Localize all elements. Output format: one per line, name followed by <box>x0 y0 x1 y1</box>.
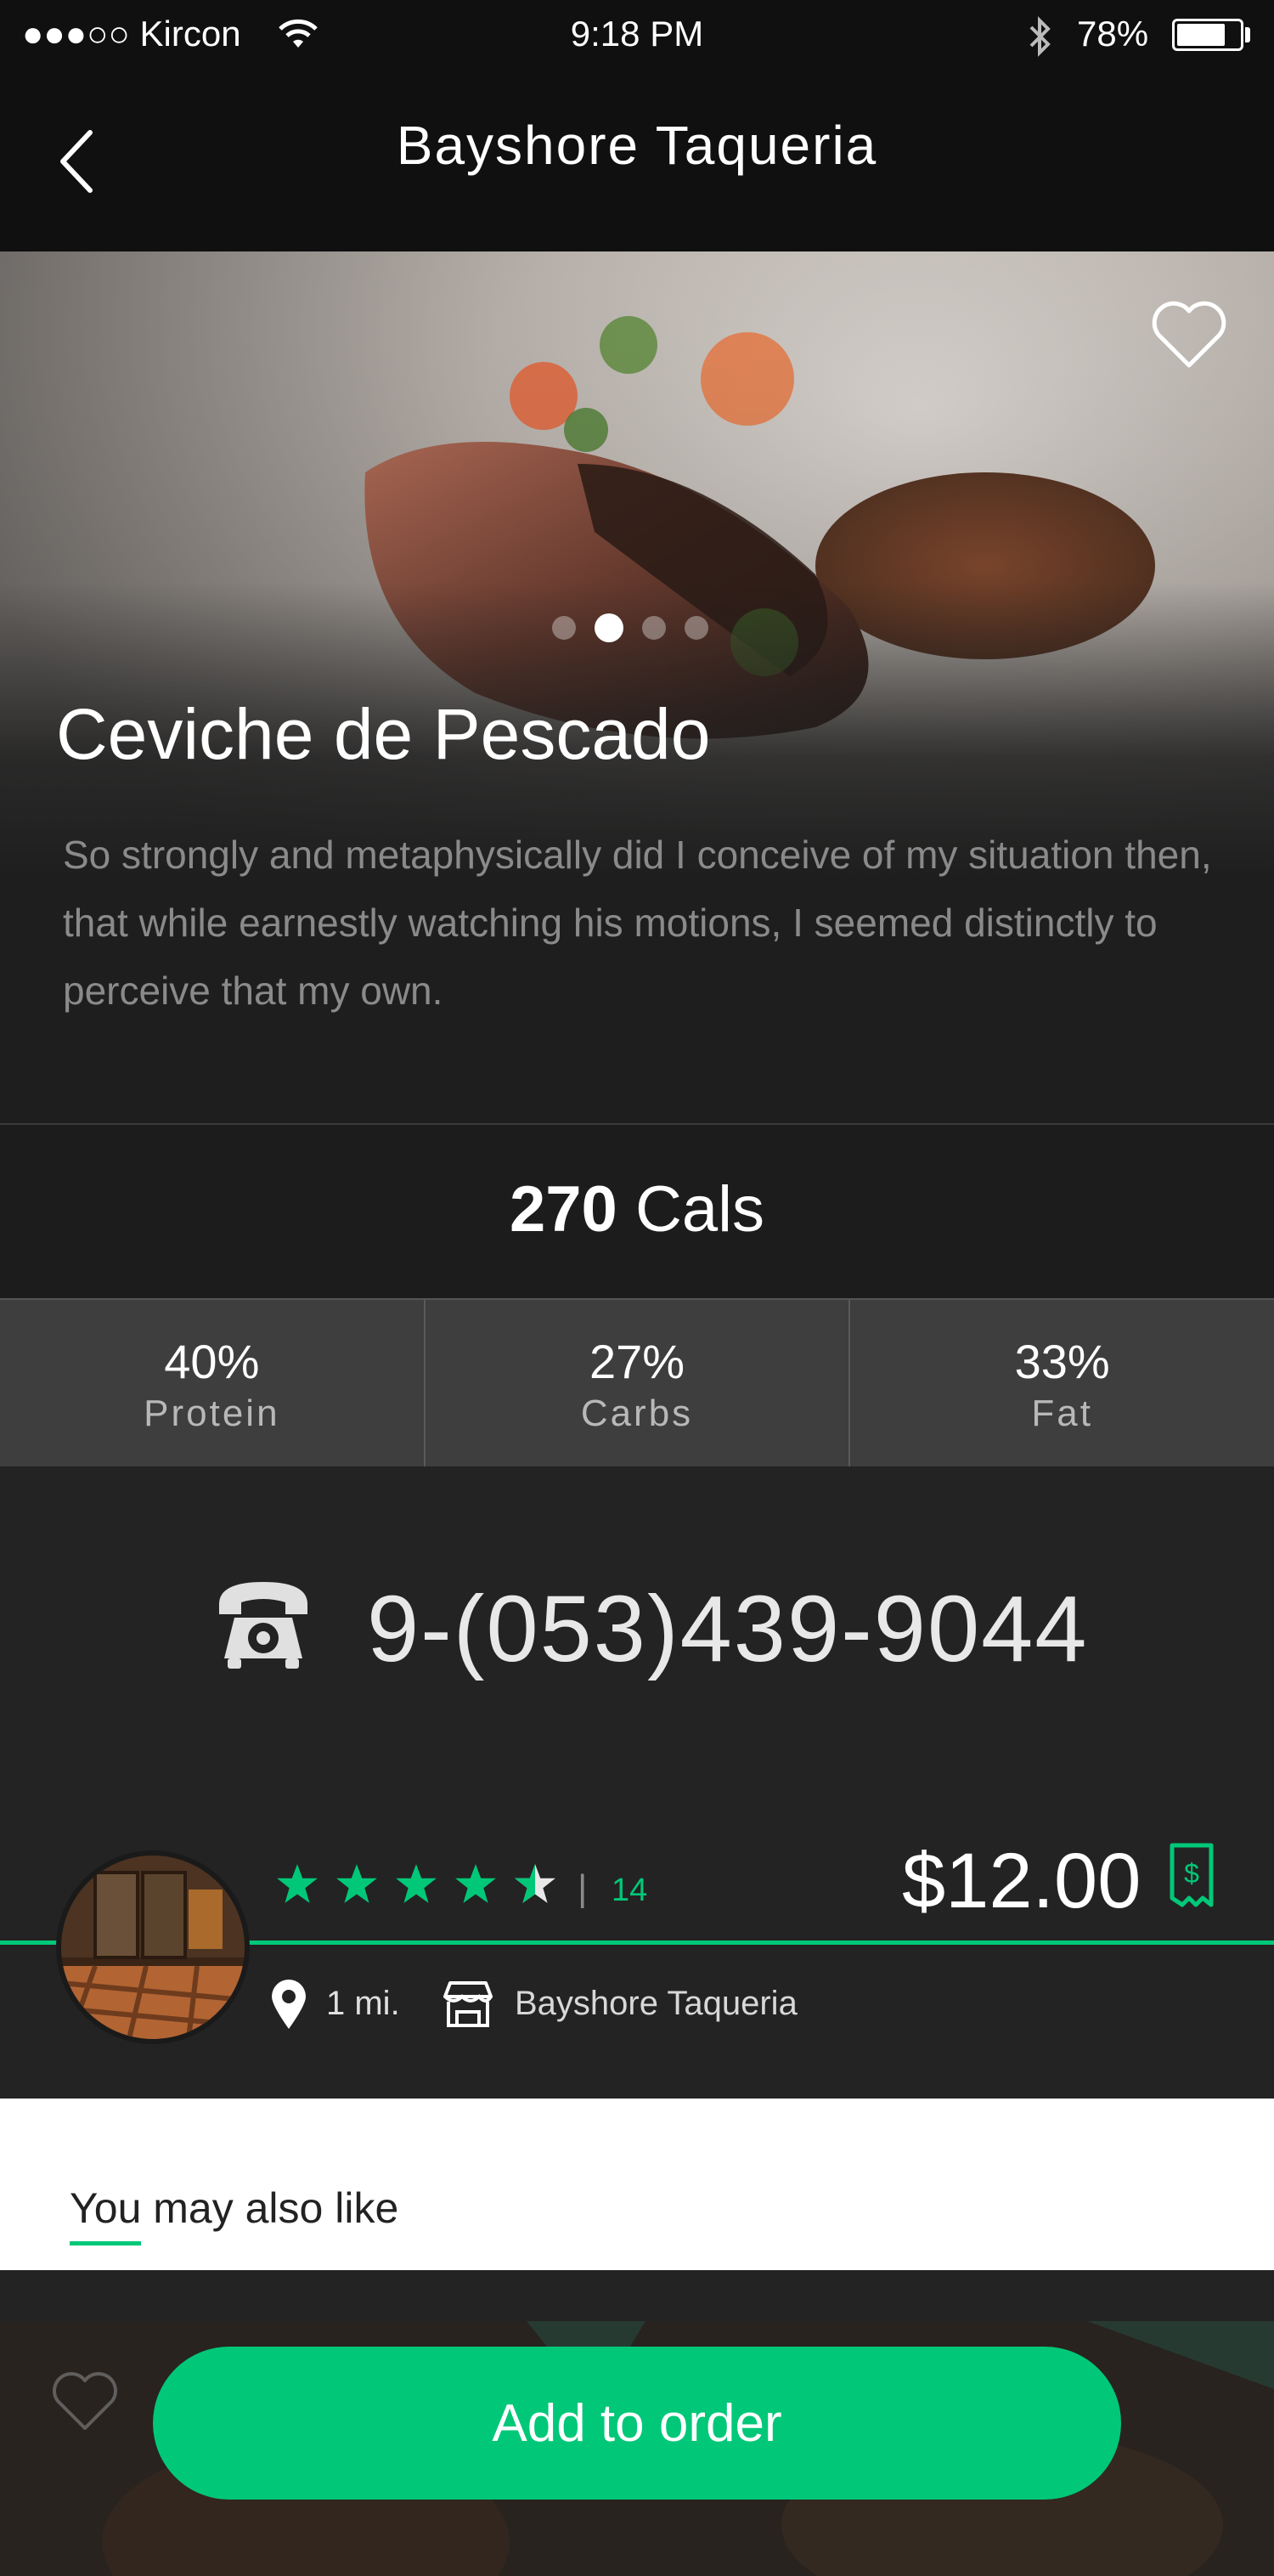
macro-label: Carbs <box>580 1393 694 1434</box>
restaurant-avatar[interactable] <box>56 1850 250 2044</box>
favorite-heart-icon[interactable] <box>1148 297 1230 372</box>
section-title: You may also like <box>70 2184 399 2232</box>
phone-section[interactable]: 9-(053)439-9044 <box>0 1466 1274 1779</box>
dish-hero: Ceviche de Pescado So strongly and metap… <box>0 251 1274 1123</box>
macro-percent: 40% <box>164 1335 260 1388</box>
carousel-dot[interactable] <box>642 616 666 640</box>
price: $12.00 <box>902 1838 1142 1924</box>
star-full-icon <box>336 1864 377 1903</box>
macro-protein: 40% Protein <box>0 1300 426 1468</box>
carousel-dot[interactable] <box>685 616 708 640</box>
distance-label: 1 mi. <box>326 1985 400 2022</box>
carousel-dot-active[interactable] <box>595 613 623 642</box>
telephone-icon[interactable] <box>211 1570 316 1675</box>
restaurant-photo <box>61 1856 245 2039</box>
status-bar: ●●●○○ Kircon 9:18 PM 78% <box>0 0 1274 73</box>
star-full-icon <box>396 1864 437 1903</box>
battery-tip <box>1245 27 1250 42</box>
phone-number[interactable]: 9-(053)439-9044 <box>367 1575 1088 1683</box>
rating-stars <box>275 1862 557 1905</box>
calories-section: 270 Cals <box>0 1123 1274 1300</box>
battery-percent: 78% <box>1077 14 1149 54</box>
macro-carbs: 27% Carbs <box>426 1300 851 1468</box>
calories-value: 270 <box>510 1173 617 1246</box>
receipt-icon[interactable]: $ <box>1167 1842 1216 1910</box>
calories-unit: Cals <box>634 1173 764 1246</box>
rating-separator: | <box>578 1867 588 1909</box>
macro-fat: 33% Fat <box>850 1300 1274 1468</box>
carousel-indicator[interactable] <box>552 613 722 642</box>
page-title: Bayshore Taqueria <box>396 115 878 176</box>
macro-percent: 27% <box>589 1335 685 1388</box>
battery-fill <box>1177 24 1225 46</box>
dish-name: Ceviche de Pescado <box>56 694 711 774</box>
macro-label: Fat <box>1031 1393 1093 1434</box>
recommendations-header: You may also like <box>0 2099 1274 2270</box>
restaurant-info: | 14 $12.00 $ 1 mi. Bayshore Taqueria <box>0 1777 1274 2099</box>
macro-label: Protein <box>144 1393 280 1434</box>
star-full-icon <box>277 1864 318 1903</box>
calories-display: 270 Cals <box>0 1172 1274 1246</box>
macro-percent: 33% <box>1014 1335 1110 1388</box>
battery-icon <box>1172 19 1243 51</box>
svg-text:$: $ <box>1184 1858 1199 1889</box>
recommendation-heart-icon[interactable] <box>49 2369 121 2433</box>
bluetooth-icon <box>1029 16 1051 57</box>
rating-count[interactable]: 14 <box>612 1873 647 1909</box>
location-pin-icon <box>272 1980 306 2029</box>
recommendation-preview: Add to order <box>0 2270 1274 2576</box>
star-full-icon <box>455 1864 496 1903</box>
dish-description: So strongly and metaphysically did I con… <box>63 833 1212 1013</box>
restaurant-name[interactable]: Bayshore Taqueria <box>515 1985 798 2023</box>
star-half-icon <box>515 1864 555 1903</box>
nav-bar: Bayshore Taqueria <box>0 73 1274 251</box>
add-to-order-button[interactable]: Add to order <box>153 2347 1121 2500</box>
section-underline <box>70 2241 141 2246</box>
macros-bar: 40% Protein 27% Carbs 33% Fat <box>0 1298 1274 1470</box>
carousel-dot[interactable] <box>552 616 576 640</box>
storefront-icon <box>443 1981 493 2027</box>
